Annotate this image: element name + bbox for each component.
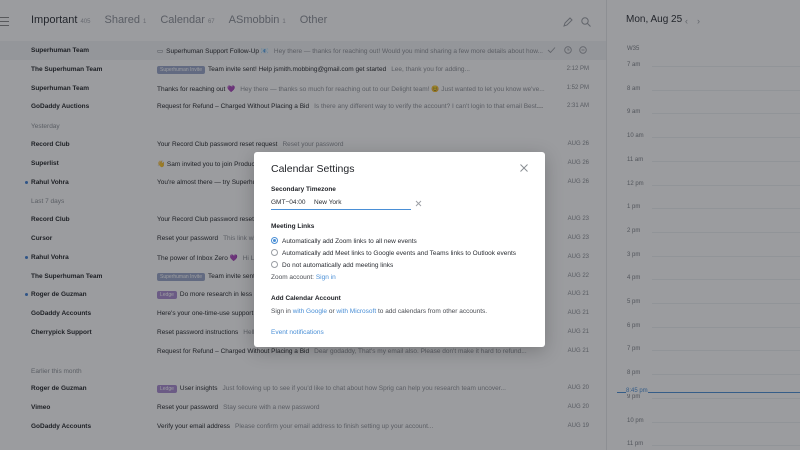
microsoft-sign-in-link[interactable]: with Microsoft	[336, 308, 376, 315]
timezone-city: New York	[314, 199, 342, 206]
dialog-title: Calendar Settings	[271, 163, 355, 175]
timezone-input[interactable]: GMT−04:00 New York	[271, 197, 411, 210]
timezone-heading: Secondary Timezone	[271, 186, 336, 193]
zoom-account-row: Zoom account: Sign in	[271, 274, 336, 281]
event-notifications-link[interactable]: Event notifications	[271, 329, 324, 336]
timezone-offset: GMT−04:00	[271, 199, 306, 206]
radio-icon[interactable]	[271, 261, 278, 268]
meeting-links-heading: Meeting Links	[271, 223, 315, 230]
clear-timezone-icon[interactable]	[415, 200, 422, 207]
zoom-sign-in-link[interactable]: Sign in	[316, 274, 336, 281]
radio-no-links[interactable]: Do not automatically add meeting links	[271, 261, 393, 269]
add-calendar-heading: Add Calendar Account	[271, 295, 341, 302]
radio-zoom-links[interactable]: Automatically add Zoom links to all new …	[271, 237, 417, 245]
radio-icon[interactable]	[271, 249, 278, 256]
radio-selected-icon[interactable]	[271, 237, 278, 244]
radio-meet-teams-links[interactable]: Automatically add Meet links to Google e…	[271, 249, 516, 257]
calendar-settings-dialog: Calendar Settings Secondary Timezone GMT…	[254, 152, 545, 347]
google-sign-in-link[interactable]: with Google	[293, 308, 327, 315]
add-calendar-text: Sign in with Google or with Microsoft to…	[271, 308, 488, 315]
close-icon[interactable]	[519, 163, 529, 173]
